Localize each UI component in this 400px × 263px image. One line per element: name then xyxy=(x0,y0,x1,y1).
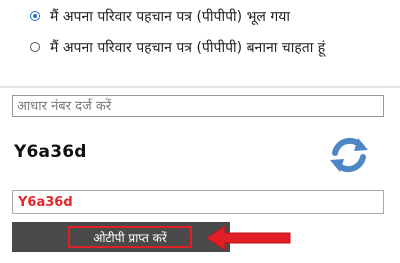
radio-label-create-ppp: मैं अपना परिवार पहचान पत्र (पीपीपी) बनान… xyxy=(50,39,326,56)
radio-option-forgot-ppp[interactable]: मैं अपना परिवार पहचान पत्र (पीपीपी) भूल … xyxy=(30,4,290,28)
captcha-input[interactable] xyxy=(12,190,384,214)
captcha-code: Y6a36d xyxy=(14,142,87,162)
radio-option-create-ppp[interactable]: मैं अपना परिवार पहचान पत्र (पीपीपी) बनान… xyxy=(30,35,325,59)
divider xyxy=(0,86,400,88)
get-otp-button[interactable]: ओटीपी प्राप्त करें xyxy=(68,226,192,248)
radio-label-forgot-ppp: मैं अपना परिवार पहचान पत्र (पीपीपी) भूल … xyxy=(50,8,290,25)
red-arrow-icon xyxy=(206,225,291,251)
aadhaar-input[interactable] xyxy=(12,95,384,117)
refresh-icon[interactable] xyxy=(326,135,372,175)
radio-forgot-ppp[interactable] xyxy=(30,11,40,21)
radio-create-ppp[interactable] xyxy=(30,42,40,52)
